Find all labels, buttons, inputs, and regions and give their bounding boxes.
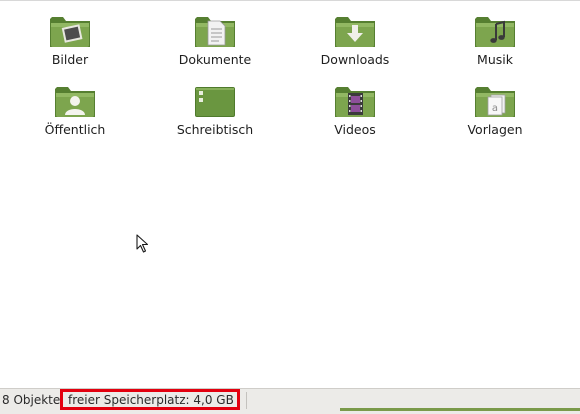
template-icon: a xyxy=(487,94,506,116)
free-space-label: freier Speicherplatz: 4,0 GB xyxy=(60,389,240,410)
picture-icon xyxy=(61,24,83,43)
folder-icon xyxy=(53,83,97,118)
folder-icon xyxy=(473,13,517,48)
folder-dokumente[interactable]: Dokumente xyxy=(160,3,270,67)
music-note-icon xyxy=(490,20,505,43)
folder-label: Videos xyxy=(334,122,376,137)
folder-bilder[interactable]: Bilder xyxy=(15,3,125,67)
folder-icon xyxy=(48,13,92,48)
folder-label: Dokumente xyxy=(178,52,252,67)
folder-label: Öffentlich xyxy=(44,122,106,137)
folder-label: Musik xyxy=(477,52,513,67)
mouse-pointer-icon xyxy=(136,234,149,253)
desktop-icon xyxy=(195,87,235,117)
folder-schreibtisch[interactable]: Schreibtisch xyxy=(160,73,270,137)
status-divider xyxy=(246,392,247,409)
person-icon xyxy=(65,96,85,115)
folder-vorlagen[interactable]: a Vorlagen xyxy=(440,73,550,137)
folder-icon xyxy=(193,83,237,118)
folder-videos[interactable]: Videos xyxy=(300,73,410,137)
film-strip-icon xyxy=(348,93,363,115)
file-view[interactable]: Bilder Dokumente Downloads Musik Öffentl… xyxy=(0,0,580,389)
svg-text:a: a xyxy=(492,103,498,114)
item-count: 8 Objekte xyxy=(2,393,61,407)
folder-label: Schreibtisch xyxy=(176,122,254,137)
folder-label: Vorlagen xyxy=(467,122,523,137)
folder-icon: a xyxy=(473,83,517,118)
folder-icon xyxy=(333,13,377,48)
folder-label: Bilder xyxy=(51,52,89,67)
download-arrow-icon xyxy=(347,25,363,42)
folder-downloads[interactable]: Downloads xyxy=(300,3,410,67)
folder-icon xyxy=(333,83,377,118)
folder-oeffentlich[interactable]: Öffentlich xyxy=(20,73,130,137)
status-accent-line xyxy=(340,408,580,411)
folder-icon xyxy=(193,13,237,48)
folder-label: Downloads xyxy=(320,52,390,67)
document-icon xyxy=(207,20,226,46)
folder-musik[interactable]: Musik xyxy=(440,3,550,67)
